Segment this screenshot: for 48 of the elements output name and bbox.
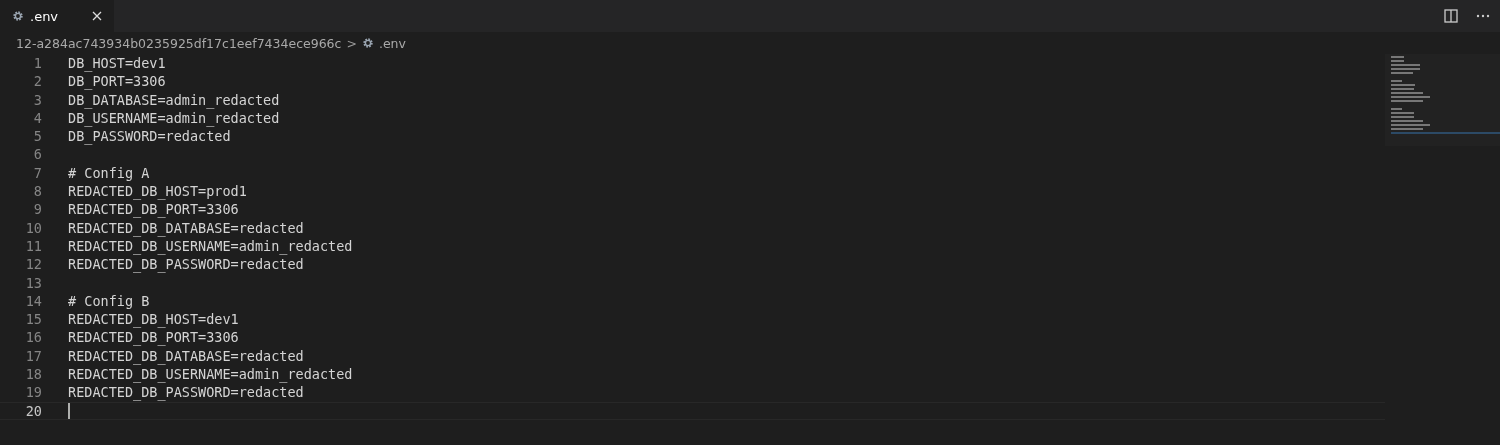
line-number: 10 <box>24 218 42 237</box>
line-number: 14 <box>24 291 42 311</box>
line-number: 1 <box>32 54 42 73</box>
line-number: 11 <box>24 236 42 256</box>
breadcrumb-file[interactable]: .env <box>378 35 406 51</box>
code-line: DB_DATABASE=admin_redacted <box>68 90 280 109</box>
line-number: 13 <box>24 273 42 292</box>
split-editor-icon[interactable] <box>1444 9 1458 23</box>
code-line: DB_PORT=3306 <box>68 72 166 91</box>
code-line: REDACTED_DB_USERNAME=admin_redacted <box>68 237 353 256</box>
line-number: 16 <box>24 328 42 347</box>
code-line: # Config A <box>68 163 150 183</box>
line-number: 20 <box>24 402 42 419</box>
code-line: REDACTED_DB_HOST=prod1 <box>68 182 247 201</box>
close-icon[interactable] <box>92 11 102 21</box>
gear-icon <box>12 10 24 22</box>
code-line: REDACTED_DB_PORT=3306 <box>68 328 239 347</box>
code-line: REDACTED_DB_USERNAME=admin_redacted <box>68 365 353 384</box>
code-line: REDACTED_DB_PORT=3306 <box>68 200 239 219</box>
code-line: REDACTED_DB_DATABASE=redacted <box>68 346 304 366</box>
code-line: REDACTED_DB_PASSWORD=redacted <box>68 383 304 402</box>
line-number: 17 <box>24 346 42 366</box>
code-line: REDACTED_DB_HOST=dev1 <box>68 310 239 329</box>
line-number: 9 <box>32 200 42 219</box>
line-number: 8 <box>32 182 42 201</box>
code-line: # Config B <box>68 291 150 311</box>
code-line: REDACTED_DB_DATABASE=redacted <box>68 218 304 237</box>
line-number: 4 <box>32 108 42 128</box>
line-number: 3 <box>32 90 42 109</box>
line-number: 19 <box>24 383 42 402</box>
breadcrumb-folder[interactable]: 12-a284ac743934b0235925df17c1eef7434ece966c <box>16 35 342 51</box>
gear-icon <box>361 37 374 49</box>
code-line: DB_HOST=dev1 <box>68 54 166 73</box>
text-cursor <box>68 402 70 419</box>
line-number: 6 <box>32 145 42 164</box>
breadcrumb-separator: > <box>346 35 357 51</box>
minimap[interactable] <box>1385 54 1500 146</box>
line-number: 12 <box>24 255 42 274</box>
editor-tab[interactable]: .env <box>0 0 114 32</box>
line-number: 2 <box>32 72 42 91</box>
code-line: REDACTED_DB_PASSWORD=redacted <box>68 255 304 274</box>
code-line: DB_USERNAME=admin_redacted <box>68 109 280 128</box>
line-number: 5 <box>32 127 42 146</box>
line-number: 18 <box>24 365 42 384</box>
line-number: 7 <box>32 163 42 183</box>
code-line: DB_PASSWORD=redacted <box>68 127 231 146</box>
more-actions-icon[interactable] <box>1476 14 1490 18</box>
line-number: 15 <box>24 310 42 329</box>
